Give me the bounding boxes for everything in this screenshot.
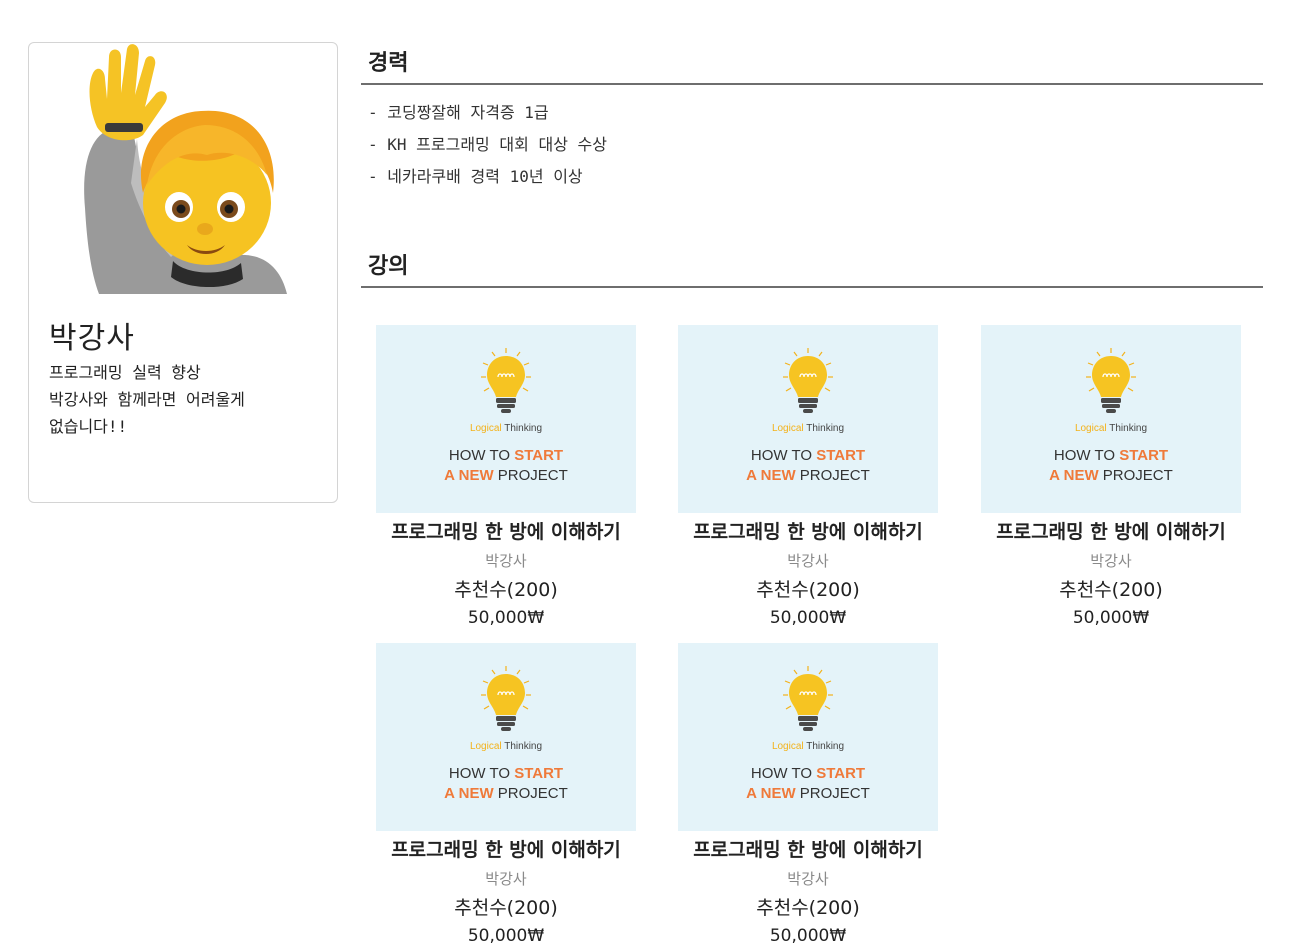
instructor-name: 박강사 xyxy=(49,321,135,356)
instructor-intro: 프로그래밍 실력 향상 박강사와 함께라면 어려울게 없습니다!! xyxy=(49,363,245,436)
course-card[interactable]: Logical Thinking HOW TO START A NEW PROJ… xyxy=(376,325,636,628)
course-teacher: 박강사 xyxy=(1090,552,1132,570)
course-thumbnail[interactable]: Logical Thinking HOW TO START A NEW PROJ… xyxy=(678,325,938,513)
course-title[interactable]: 프로그래밍 한 방에 이해하기 xyxy=(678,835,938,862)
lightbulb-icon xyxy=(1086,348,1136,413)
course-thumbnail[interactable]: Logical Thinking HOW TO START A NEW PROJ… xyxy=(678,643,938,831)
instructor-profile-card: 박강사 프로그래밍 실력 향상 박강사와 함께라면 어려울게 없습니다!! xyxy=(28,42,338,503)
thumbnail-headline: HOW TO START A NEW PROJECT xyxy=(746,447,870,484)
career-item: - 코딩짱잘해 자격증 1급 xyxy=(368,103,549,122)
thumbnail-headline: HOW TO START A NEW PROJECT xyxy=(746,765,870,802)
career-section-title: 경력 xyxy=(368,51,409,76)
course-price: 50,000₩ xyxy=(467,608,545,628)
thumbnail-caption: Logical Thinking xyxy=(469,423,543,434)
course-teacher: 박강사 xyxy=(787,552,829,570)
lightbulb-icon xyxy=(481,666,531,731)
course-card[interactable]: Logical Thinking HOW TO START A NEW PROJ… xyxy=(678,643,938,946)
course-thumbnail[interactable]: Logical Thinking HOW TO START A NEW PROJ… xyxy=(376,643,636,831)
lightbulb-icon xyxy=(481,348,531,413)
course-title[interactable]: 프로그래밍 한 방에 이해하기 xyxy=(376,517,636,544)
course-thumbnail[interactable]: Logical Thinking HOW TO START A NEW PROJ… xyxy=(376,325,636,513)
course-price: 50,000₩ xyxy=(769,926,847,946)
thumbnail-caption: Logical Thinking xyxy=(771,741,845,752)
course-likes: 추천수(200) xyxy=(1059,579,1163,601)
thumbnail-caption: Logical Thinking xyxy=(1074,423,1148,434)
course-title[interactable]: 프로그래밍 한 방에 이해하기 xyxy=(376,835,636,862)
lectures-divider xyxy=(361,286,1263,288)
course-teacher: 박강사 xyxy=(787,870,829,888)
lightbulb-icon xyxy=(783,348,833,413)
course-card[interactable]: Logical Thinking HOW TO START A NEW PROJ… xyxy=(981,325,1241,628)
course-card[interactable]: Logical Thinking HOW TO START A NEW PROJ… xyxy=(376,643,636,946)
career-list: - 코딩짱잘해 자격증 1급 - KH 프로그래밍 대회 대상 수상 - 네카라… xyxy=(368,100,607,196)
course-price: 50,000₩ xyxy=(769,608,847,628)
course-likes: 추천수(200) xyxy=(756,579,860,601)
thumbnail-headline: HOW TO START A NEW PROJECT xyxy=(444,765,568,802)
course-price: 50,000₩ xyxy=(467,926,545,946)
thumbnail-headline: HOW TO START A NEW PROJECT xyxy=(1049,447,1173,484)
career-divider xyxy=(361,83,1263,85)
thumbnail-headline: HOW TO START A NEW PROJECT xyxy=(444,447,568,484)
course-likes: 추천수(200) xyxy=(756,897,860,919)
course-card[interactable]: Logical Thinking HOW TO START A NEW PROJ… xyxy=(678,325,938,628)
lightbulb-icon xyxy=(783,666,833,731)
course-teacher: 박강사 xyxy=(485,552,527,570)
course-teacher: 박강사 xyxy=(485,870,527,888)
course-likes: 추천수(200) xyxy=(454,579,558,601)
course-likes: 추천수(200) xyxy=(454,897,558,919)
thumbnail-caption: Logical Thinking xyxy=(469,741,543,752)
thumbnail-caption: Logical Thinking xyxy=(771,423,845,434)
course-price: 50,000₩ xyxy=(1072,608,1150,628)
course-title[interactable]: 프로그래밍 한 방에 이해하기 xyxy=(981,517,1241,544)
person-raising-hand-avatar xyxy=(84,44,287,294)
career-item: - KH 프로그래밍 대회 대상 수상 xyxy=(368,135,607,154)
course-title[interactable]: 프로그래밍 한 방에 이해하기 xyxy=(678,517,938,544)
lectures-section-title: 강의 xyxy=(368,254,409,279)
career-item: - 네카라쿠배 경력 10년 이상 xyxy=(368,167,583,186)
course-thumbnail[interactable]: Logical Thinking HOW TO START A NEW PROJ… xyxy=(981,325,1241,513)
